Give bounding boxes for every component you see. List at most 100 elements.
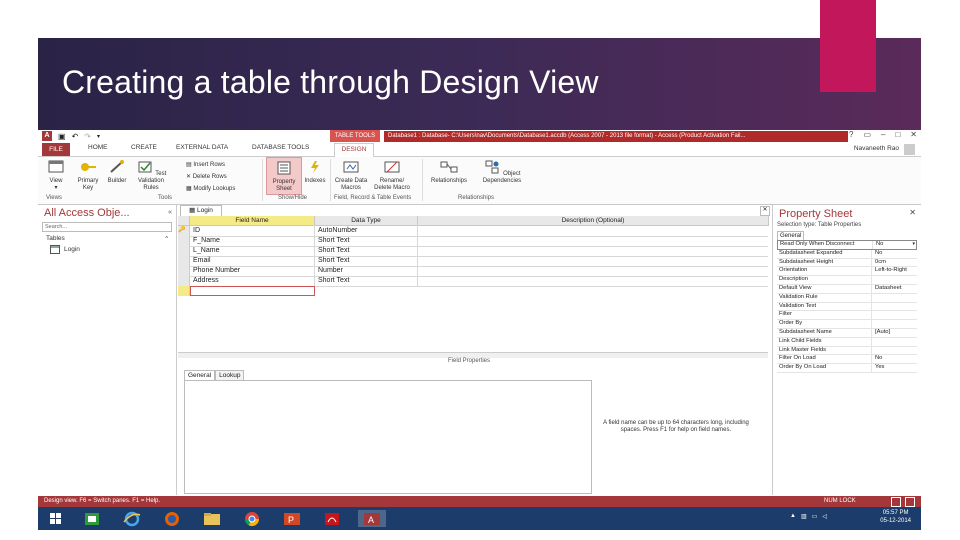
avatar[interactable] <box>904 144 915 155</box>
row-selector[interactable] <box>178 246 190 256</box>
insert-rows-button[interactable]: ▤ Insert Rows <box>186 161 225 168</box>
property-row[interactable]: Order By <box>777 320 917 329</box>
delete-rows-button[interactable]: ✕ Delete Rows <box>186 173 227 180</box>
property-row[interactable]: Order By On Load Yes <box>777 364 917 373</box>
field-name-cell[interactable]: ID <box>190 226 200 236</box>
powerpoint-button[interactable]: P <box>278 510 306 527</box>
nav-item-login[interactable]: Login <box>50 245 80 254</box>
row-selector[interactable] <box>178 286 190 296</box>
nav-pane-title[interactable]: All Access Obje... <box>44 207 130 219</box>
file-explorer-button[interactable] <box>198 510 226 527</box>
property-value[interactable]: Datasheet <box>875 285 901 293</box>
qat-dropdown-icon[interactable]: ▾ <box>97 133 100 140</box>
close-icon[interactable]: ✕ <box>909 208 916 217</box>
relationships-button[interactable]: Relationships <box>426 160 472 185</box>
data-type-cell[interactable]: AutoNumber <box>315 226 357 236</box>
row-selector[interactable] <box>178 256 190 266</box>
property-value[interactable]: 0cm <box>875 259 886 267</box>
collapse-section-icon[interactable]: ⌃ <box>164 235 169 243</box>
property-value[interactable]: No <box>875 355 882 363</box>
data-type-cell[interactable]: Short Text <box>315 246 349 256</box>
nav-section-tables[interactable]: Tables ⌃ <box>46 235 169 243</box>
property-row[interactable]: Subdatasheet Height 0cm <box>777 258 917 268</box>
volume-icon[interactable]: ◁ <box>822 513 827 520</box>
field-name-cell[interactable]: Address <box>190 276 219 286</box>
data-type-cell[interactable]: Short Text <box>315 276 349 286</box>
show-hidden-icons-icon[interactable]: ▲ <box>790 513 796 520</box>
tab-general[interactable]: General <box>777 231 805 240</box>
network-icon[interactable]: ▥ <box>801 513 807 520</box>
property-row[interactable]: Description <box>777 276 917 285</box>
data-type-cell[interactable] <box>315 286 318 296</box>
tab-lookup[interactable]: Lookup <box>215 370 245 380</box>
property-row[interactable]: Validation Rule <box>777 293 917 303</box>
field-name-cell[interactable]: F_Name <box>190 236 220 246</box>
tab-home[interactable]: HOME <box>88 144 108 151</box>
property-sheet-button[interactable]: Property Sheet <box>266 157 302 195</box>
maximize-icon[interactable]: □ <box>895 130 900 139</box>
view-button[interactable]: View ▾ <box>42 160 70 192</box>
create-data-macros-button[interactable]: Create Data Macros <box>333 160 369 192</box>
field-name-cell[interactable] <box>190 286 315 296</box>
acrobat-button[interactable] <box>318 510 346 527</box>
store-button[interactable] <box>78 510 106 527</box>
row-selector[interactable]: 🔑 <box>178 226 190 236</box>
redo-icon[interactable]: ↷ <box>84 132 91 141</box>
internet-explorer-button[interactable] <box>118 510 146 527</box>
access-taskbar-button[interactable]: A <box>358 510 386 527</box>
minimize-icon[interactable]: – <box>881 130 885 139</box>
save-icon[interactable]: ▣ <box>58 132 66 141</box>
battery-icon[interactable]: ▭ <box>812 513 818 520</box>
indexes-button[interactable]: Indexes <box>302 160 328 185</box>
object-dependencies-button[interactable]: Object Dependencies <box>478 160 526 185</box>
tab-create[interactable]: CREATE <box>131 144 157 151</box>
tab-design[interactable]: DESIGN <box>334 143 374 157</box>
undo-icon[interactable]: ↶ <box>72 132 79 141</box>
tab-general[interactable]: General <box>184 370 216 380</box>
data-type-cell[interactable]: Short Text <box>315 256 349 266</box>
start-button[interactable] <box>42 510 70 527</box>
property-row[interactable]: Validation Text <box>777 302 917 312</box>
table-row[interactable] <box>178 286 768 296</box>
property-value[interactable]: [Auto] <box>875 329 890 337</box>
help-icon[interactable]: ? <box>849 130 853 139</box>
row-selector[interactable] <box>178 266 190 276</box>
property-row[interactable]: Link Master Fields <box>777 346 917 356</box>
field-name-cell[interactable]: L_Name <box>190 246 219 256</box>
nav-search-input[interactable]: Search... <box>42 222 172 232</box>
property-row[interactable]: Default View Datasheet <box>777 284 917 294</box>
property-value[interactable]: No <box>876 241 883 249</box>
close-icon[interactable]: ✕ <box>910 130 917 139</box>
tab-external-data[interactable]: EXTERNAL DATA <box>176 144 228 151</box>
shutter-bar-icon[interactable]: « <box>168 209 172 216</box>
property-row[interactable]: Subdatasheet Name [Auto] <box>777 328 917 338</box>
restore-ribbon-icon[interactable]: ▭ <box>863 130 871 139</box>
user-name[interactable]: Navaneeth Rao <box>854 145 899 152</box>
modify-lookups-button[interactable]: ▦ Modify Lookups <box>186 185 235 192</box>
chrome-button[interactable] <box>238 510 266 527</box>
tab-database-tools[interactable]: DATABASE TOOLS <box>252 144 309 151</box>
property-value[interactable]: No <box>875 250 882 258</box>
property-row[interactable]: Filter On Load No <box>777 355 917 365</box>
field-name-cell[interactable]: Phone Number <box>190 266 240 276</box>
builder-button[interactable]: Builder <box>104 160 130 185</box>
primary-key-button[interactable]: Primary Key <box>74 160 102 192</box>
property-row[interactable]: Subdatasheet Expanded No <box>777 249 917 259</box>
rename-delete-macro-button[interactable]: Rename/ Delete Macro <box>372 160 412 192</box>
taskbar-clock[interactable]: 05:57 PM 05-12-2014 <box>880 509 911 525</box>
row-selector[interactable] <box>178 276 190 286</box>
row-selector[interactable] <box>178 236 190 246</box>
property-row[interactable]: Link Child Fields <box>777 337 917 347</box>
property-row[interactable]: Read Only When Disconnect No ▾ <box>777 240 917 250</box>
tab-file[interactable]: FILE <box>42 143 70 156</box>
chevron-down-icon[interactable]: ▾ <box>912 241 915 249</box>
firefox-button[interactable] <box>158 510 186 527</box>
document-tab-login[interactable]: ▦ Login <box>180 205 222 216</box>
property-value[interactable]: Left-to-Right <box>875 267 907 275</box>
property-row[interactable]: Filter <box>777 311 917 321</box>
data-type-cell[interactable]: Short Text <box>315 236 349 246</box>
property-row[interactable]: Orientation Left-to-Right <box>777 267 917 277</box>
design-view-icon[interactable] <box>905 497 915 507</box>
property-value[interactable]: Yes <box>875 364 884 372</box>
datasheet-view-icon[interactable] <box>891 497 901 507</box>
